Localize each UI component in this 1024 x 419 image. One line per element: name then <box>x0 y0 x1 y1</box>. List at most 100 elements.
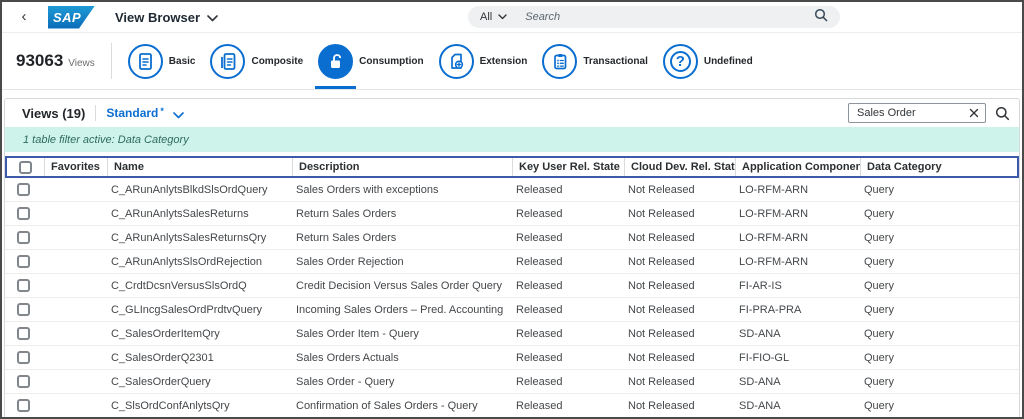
view-name-cell: C_SalesOrderItemQry <box>111 327 220 340</box>
cloud-dev-rel-state-cell: Not Released <box>628 303 695 316</box>
search-icon[interactable] <box>814 8 828 27</box>
views-count: 93063 Views <box>16 51 95 71</box>
key-user-rel-state-cell: Released <box>516 183 563 196</box>
table-row[interactable]: C_ARunAnlytsSlsOrdRejection Sales Order … <box>5 250 1019 274</box>
key-user-rel-state-cell: Released <box>516 375 563 388</box>
variant-selector[interactable]: Standard * <box>106 106 164 120</box>
search-scope-select[interactable]: All <box>480 11 507 23</box>
data-category-cell: Query <box>864 351 894 364</box>
row-checkbox[interactable] <box>17 399 30 412</box>
category-composite[interactable]: Composite <box>210 33 303 89</box>
views-count-number: 93063 <box>16 51 64 70</box>
row-checkbox[interactable] <box>17 207 30 220</box>
view-name-cell: C_SalesOrderQ2301 <box>111 351 214 364</box>
clear-search-icon[interactable] <box>968 108 980 118</box>
description-cell: Return Sales Orders <box>296 207 397 220</box>
category-label: Undefined <box>703 55 753 67</box>
global-search[interactable]: All <box>468 6 840 28</box>
app-title-label: View Browser <box>115 9 201 25</box>
filter-info-bar[interactable]: 1 table filter active: Data Category <box>5 127 1019 152</box>
divider <box>95 105 97 121</box>
key-user-rel-state-cell: Released <box>516 303 563 316</box>
table-row[interactable]: C_SalesOrderQ2301 Sales Orders Actuals R… <box>5 346 1019 370</box>
application-component-cell: FI-FIO-GL <box>739 351 790 364</box>
application-component-cell: LO-RFM-ARN <box>739 207 809 220</box>
key-user-rel-state-cell: Released <box>516 351 563 364</box>
unlock-icon <box>318 43 354 79</box>
data-category-cell: Query <box>864 327 894 340</box>
global-search-input[interactable] <box>525 11 814 23</box>
category-undefined[interactable]: ? Undefined <box>662 33 753 89</box>
category-label: Transactional <box>583 55 648 67</box>
application-component-cell: LO-RFM-ARN <box>739 231 809 244</box>
select-all-checkbox[interactable] <box>19 160 32 174</box>
key-user-rel-state-cell: Released <box>516 231 563 244</box>
column-header-application-component[interactable]: Application Component <box>735 158 860 176</box>
view-name-cell: C_ARunAnlytsSalesReturnsQry <box>111 231 267 244</box>
row-select-cell <box>5 231 42 244</box>
select-all-cell <box>7 158 44 176</box>
column-header-key-user-rel-state[interactable]: Key User Rel. State <box>512 158 624 176</box>
key-user-rel-state-cell: Released <box>516 327 563 340</box>
clipboard-list-icon <box>542 43 578 79</box>
view-name-cell: C_ARunAnlytsSalesReturns <box>111 207 249 220</box>
search-icon[interactable] <box>995 106 1010 121</box>
back-button[interactable]: ‹ <box>14 7 34 27</box>
category-label: Composite <box>251 55 304 67</box>
table-row[interactable]: C_SlsOrdConfAnlytsQry Confirmation of Sa… <box>5 394 1019 417</box>
category-consumption[interactable]: Consumption <box>315 33 424 89</box>
app-title-menu[interactable]: View Browser <box>115 10 218 25</box>
panel-header: Views (19) Standard * <box>5 99 1019 127</box>
row-checkbox[interactable] <box>17 327 30 340</box>
description-cell: Return Sales Orders <box>296 231 397 244</box>
data-category-cell: Query <box>864 399 894 412</box>
category-basic[interactable]: Basic <box>127 33 195 89</box>
column-header-name[interactable]: Name <box>107 158 292 176</box>
cloud-dev-rel-state-cell: Not Released <box>628 231 695 244</box>
category-transactional[interactable]: Transactional <box>542 33 648 89</box>
column-header-cloud-dev-rel-state[interactable]: Cloud Dev. Rel. State <box>624 158 735 176</box>
description-cell: Sales Orders with exceptions <box>296 183 439 196</box>
variant-label: Standard <box>106 106 159 120</box>
table-row[interactable]: C_SalesOrderQuery Sales Order - Query Re… <box>5 370 1019 394</box>
data-category-cell: Query <box>864 207 894 220</box>
table-row[interactable]: C_SalesOrderItemQry Sales Order Item - Q… <box>5 322 1019 346</box>
description-cell: Incoming Sales Orders – Pred. Accounting <box>296 303 504 316</box>
column-header-favorites[interactable]: Favorites <box>44 158 107 176</box>
description-cell: Sales Order - Query <box>296 375 395 388</box>
row-checkbox[interactable] <box>17 183 30 196</box>
table-row[interactable]: C_GLIncgSalesOrdPrdtvQuery Incoming Sale… <box>5 298 1019 322</box>
row-select-cell <box>5 351 42 364</box>
table-search-input[interactable] <box>857 107 968 119</box>
cloud-dev-rel-state-cell: Not Released <box>628 255 695 268</box>
sap-logo: SAP <box>48 5 95 29</box>
column-header-description[interactable]: Description <box>292 158 512 176</box>
data-category-cell: Query <box>864 231 894 244</box>
category-extension[interactable]: Extension <box>438 33 527 89</box>
row-checkbox[interactable] <box>17 351 30 364</box>
chevron-down-icon[interactable] <box>173 106 184 124</box>
row-checkbox[interactable] <box>17 279 30 292</box>
question-mark-icon: ? <box>662 43 698 79</box>
table-search-box[interactable] <box>848 103 986 123</box>
description-cell: Confirmation of Sales Orders - Query <box>296 399 478 412</box>
chevron-down-icon[interactable] <box>207 10 218 25</box>
row-checkbox[interactable] <box>17 303 30 316</box>
application-component-cell: FI-PRA-PRA <box>739 303 802 316</box>
data-category-cell: Query <box>864 183 894 196</box>
data-category-cell: Query <box>864 255 894 268</box>
row-checkbox[interactable] <box>17 255 30 268</box>
table-row[interactable]: C_ARunAnlytsSalesReturnsQry Return Sales… <box>5 226 1019 250</box>
application-component-cell: FI-AR-IS <box>739 279 782 292</box>
row-checkbox[interactable] <box>17 375 30 388</box>
key-user-rel-state-cell: Released <box>516 399 563 412</box>
table-row[interactable]: C_ARunAnlytsBlkdSlsOrdQuery Sales Orders… <box>5 178 1019 202</box>
cloud-dev-rel-state-cell: Not Released <box>628 399 695 412</box>
row-checkbox[interactable] <box>17 231 30 244</box>
table-row[interactable]: C_ARunAnlytsSalesReturns Return Sales Or… <box>5 202 1019 226</box>
views-count-label: Views <box>68 58 95 69</box>
table-row[interactable]: C_CrdtDcsnVersusSlsOrdQ Credit Decision … <box>5 274 1019 298</box>
view-name-cell: C_CrdtDcsnVersusSlsOrdQ <box>111 279 247 292</box>
column-header-data-category[interactable]: Data Category <box>860 158 1017 176</box>
row-select-cell <box>5 207 42 220</box>
